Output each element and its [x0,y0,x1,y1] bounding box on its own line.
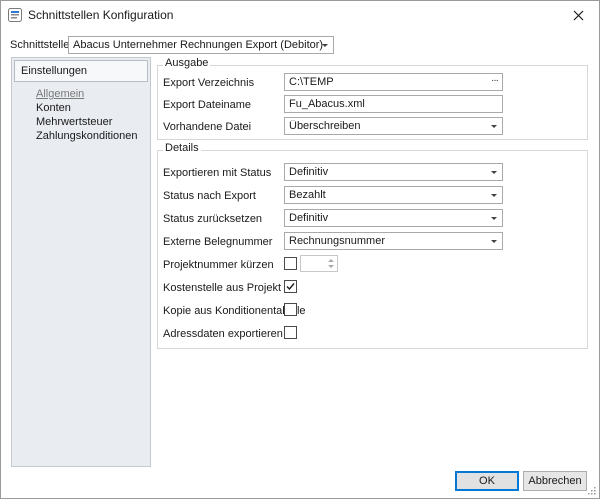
chevron-down-icon [491,194,497,197]
nav-item-konten[interactable]: Konten [36,102,71,114]
export-file-value: Fu_Abacus.xml [289,98,365,110]
ok-button-label: OK [479,475,495,487]
details-group-title: Details [163,142,201,154]
close-icon [573,10,583,20]
stepper-down-icon[interactable] [328,265,334,268]
close-button[interactable] [563,3,593,27]
nav-header-label: Einstellungen [21,65,88,77]
export-status-value: Definitiv [289,166,329,178]
status-reset-select[interactable]: Definitiv [284,209,503,227]
shorten-stepper[interactable] [300,255,338,272]
stepper-up-icon[interactable] [328,259,334,262]
ausgabe-group-title: Ausgabe [163,57,211,69]
existing-file-label: Vorhandene Datei [163,121,252,133]
chevron-down-icon [491,240,497,243]
interface-select-value: Abacus Unternehmer Rechnungen Export (De… [73,39,324,51]
window-title: Schnittstellen Konfiguration [28,8,174,22]
nav-item-zahlungskonditionen[interactable]: Zahlungskonditionen [36,130,138,142]
existing-file-value: Überschreiben [289,120,361,132]
export-dir-label: Export Verzeichnis [163,77,255,89]
browse-icon[interactable]: ··· [491,75,499,86]
ext-number-select[interactable]: Rechnungsnummer [284,232,503,250]
ext-number-value: Rechnungsnummer [289,235,385,247]
address-export-checkbox[interactable] [284,326,297,339]
status-reset-value: Definitiv [289,212,329,224]
address-export-label: Adressdaten exportieren [163,328,283,340]
status-reset-label: Status zurücksetzen [163,213,263,225]
chevron-down-icon [491,125,497,128]
copy-conditions-checkbox[interactable] [284,303,297,316]
chevron-down-icon [491,217,497,220]
status-after-label: Status nach Export [163,190,256,202]
cost-center-checkbox[interactable] [284,280,297,293]
ok-button[interactable]: OK [455,471,519,491]
existing-file-select[interactable]: Überschreiben [284,117,503,135]
shorten-label: Projektnummer kürzen [163,259,274,271]
title-bar[interactable]: Schnittstellen Konfiguration [1,1,599,29]
interface-select[interactable]: Abacus Unternehmer Rechnungen Export (De… [68,36,334,54]
resize-grip-icon[interactable] [586,485,596,495]
cost-center-label: Kostenstelle aus Projekt [163,282,282,294]
status-after-select[interactable]: Bezahlt [284,186,503,204]
status-after-value: Bezahlt [289,189,326,201]
chevron-down-icon [322,44,328,47]
cancel-button-label: Abbrechen [528,475,582,487]
ext-number-label: Externe Belegnummer [163,236,273,248]
interface-label: Schnittstelle [10,39,70,51]
export-dir-input[interactable]: C:\TEMP ··· [284,73,503,91]
export-file-input[interactable]: Fu_Abacus.xml [284,95,503,113]
nav-item-mehrwertsteuer[interactable]: Mehrwertsteuer [36,116,112,128]
checkmark-icon [286,283,295,291]
dialog-window: Schnittstellen Konfiguration Schnittstel… [0,0,600,499]
nav-header-einstellungen[interactable]: Einstellungen [14,60,148,82]
export-status-select[interactable]: Definitiv [284,163,503,181]
settings-nav-panel: Einstellungen Allgemein Konten Mehrwerts… [11,57,151,467]
shorten-checkbox[interactable] [284,257,297,270]
app-icon [8,8,22,22]
export-dir-value: C:\TEMP [289,76,334,88]
export-file-label: Export Dateiname [163,99,252,111]
export-status-label: Exportieren mit Status [163,167,272,179]
nav-item-allgemein[interactable]: Allgemein [36,88,84,100]
chevron-down-icon [491,171,497,174]
cancel-button[interactable]: Abbrechen [523,471,587,491]
